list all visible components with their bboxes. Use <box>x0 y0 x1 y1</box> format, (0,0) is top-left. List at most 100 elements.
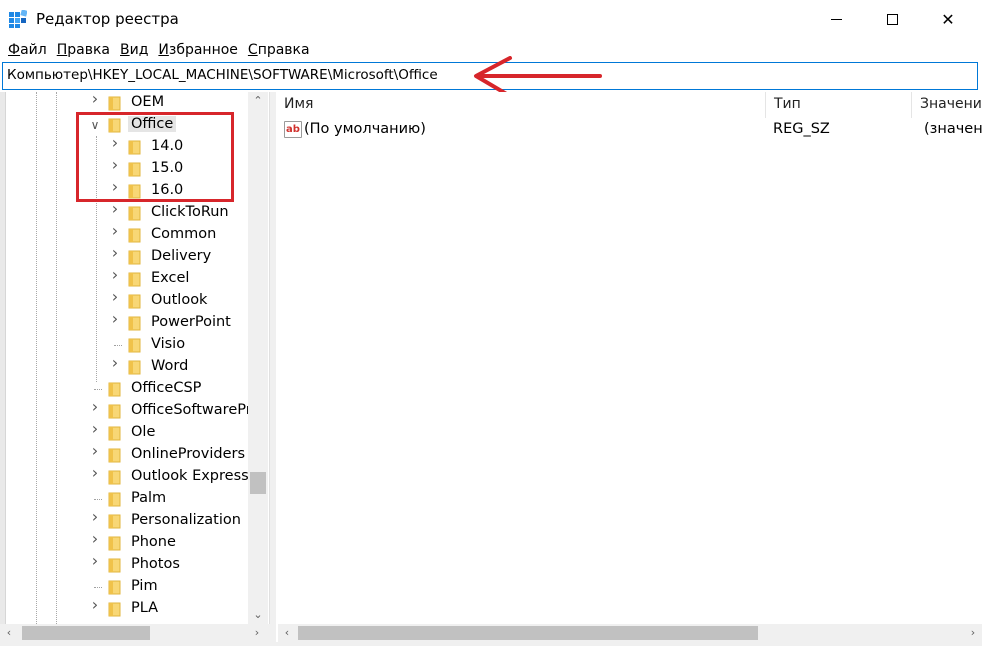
folder-icon <box>128 338 141 353</box>
menu-file[interactable]: Файл <box>3 42 52 58</box>
tree-scroll-thumb[interactable] <box>250 472 266 494</box>
tree-item[interactable]: OfficeCSP <box>0 378 248 400</box>
tree-item-label: Visio <box>151 336 186 352</box>
column-value[interactable]: Значени <box>912 92 982 118</box>
chevron-right-icon[interactable]: › <box>110 267 120 283</box>
folder-icon <box>108 404 121 419</box>
menu-edit[interactable]: Правка <box>52 42 115 58</box>
tree-item[interactable]: › 15.0 <box>0 157 248 180</box>
scroll-corner: › <box>248 624 270 642</box>
folder-icon <box>128 316 141 331</box>
tree-item[interactable]: › 14.0 <box>0 135 248 158</box>
tree-item[interactable]: › OfficeSoftwarePro <box>0 399 260 422</box>
chevron-right-icon[interactable]: › <box>90 597 100 613</box>
tree-connector <box>94 389 102 390</box>
chevron-right-icon[interactable]: › <box>90 509 100 525</box>
tree-horizontal-scrollbar[interactable]: ‹ <box>0 624 270 642</box>
tree-hscroll-thumb[interactable] <box>22 626 150 640</box>
menu-help[interactable]: Справка <box>243 42 315 58</box>
registry-editor-icon <box>9 10 27 28</box>
folder-icon <box>108 492 121 507</box>
tree-item[interactable]: › PowerPoint <box>0 311 248 334</box>
scroll-up-icon[interactable]: ⌃ <box>248 92 268 110</box>
tree-item-label: 15.0 <box>151 160 184 176</box>
chevron-right-icon[interactable]: › <box>110 289 120 305</box>
address-bar[interactable]: Компьютер\HKEY_LOCAL_MACHINE\SOFTWARE\Mi… <box>2 62 978 90</box>
tree-item[interactable]: Pim <box>0 576 248 598</box>
key-tree: › OEM ∨ Office › 14.0 › 15.0 › 16.0 › ClickToRun › Co… <box>0 92 270 624</box>
tree-item[interactable]: › Common <box>0 223 248 246</box>
tree-item-label: OnlineProviders <box>131 446 246 462</box>
chevron-right-icon[interactable]: › <box>110 201 120 217</box>
column-name[interactable]: Имя <box>276 92 766 118</box>
chevron-right-icon[interactable]: › <box>110 355 120 371</box>
scroll-down-icon[interactable]: ⌄ <box>248 606 268 624</box>
close-button[interactable]: ✕ <box>920 0 976 38</box>
folder-icon <box>128 294 141 309</box>
tree-item-label: Office <box>128 116 177 132</box>
tree-item[interactable]: › ClickToRun <box>0 201 248 224</box>
folder-icon <box>108 96 121 111</box>
tree-item-label: Common <box>151 226 217 242</box>
tree-item[interactable]: › Outlook <box>0 289 248 312</box>
chevron-right-icon[interactable]: › <box>90 92 100 107</box>
tree-item[interactable]: › PLA <box>0 597 248 620</box>
maximize-button[interactable] <box>864 0 920 38</box>
tree-item-label: ClickToRun <box>151 204 229 220</box>
chevron-right-icon[interactable]: › <box>110 245 120 261</box>
chevron-right-icon[interactable]: › <box>110 223 120 239</box>
tree-item-label: Excel <box>151 270 190 286</box>
scroll-left-icon[interactable]: ‹ <box>278 624 296 642</box>
tree-item[interactable]: › Delivery <box>0 245 248 268</box>
tree-item[interactable]: › 16.0 <box>0 179 248 202</box>
tree-item[interactable]: › Ole <box>0 421 248 444</box>
menu-favorites[interactable]: Избранное <box>153 42 243 58</box>
folder-icon <box>128 250 141 265</box>
tree-connector <box>114 345 122 346</box>
chevron-down-icon[interactable]: ∨ <box>90 119 100 131</box>
folder-icon <box>108 536 121 551</box>
chevron-right-icon[interactable]: › <box>90 553 100 569</box>
title-bar: Редактор реестра ✕ <box>0 0 982 38</box>
chevron-right-icon[interactable]: › <box>90 531 100 547</box>
scroll-right-icon[interactable]: › <box>248 624 266 642</box>
list-item[interactable]: ab (По умолчанию) REG_SZ (значен <box>276 119 982 141</box>
folder-icon <box>108 382 121 397</box>
chevron-right-icon[interactable]: › <box>110 311 120 327</box>
tree-item[interactable]: › Excel <box>0 267 248 290</box>
column-type[interactable]: Тип <box>766 92 912 118</box>
tree-item-label: Word <box>151 358 189 374</box>
tree-item[interactable]: Visio <box>0 334 248 356</box>
menu-view[interactable]: Вид <box>115 42 153 58</box>
tree-item[interactable]: › Photos <box>0 553 248 576</box>
list-horizontal-scrollbar[interactable]: ‹ › <box>278 624 982 642</box>
tree-item[interactable]: › Phone <box>0 531 248 554</box>
scroll-left-icon[interactable]: ‹ <box>0 624 18 642</box>
chevron-right-icon[interactable]: › <box>90 465 100 481</box>
close-icon: ✕ <box>941 9 955 29</box>
tree-item-label: PLA <box>131 600 159 616</box>
tree-item[interactable]: › Word <box>0 355 248 378</box>
tree-item[interactable]: ∨ Office <box>0 114 248 136</box>
list-hscroll-thumb[interactable] <box>298 626 758 640</box>
scroll-right-icon[interactable]: › <box>964 624 982 642</box>
tree-item[interactable]: › OEM <box>0 92 248 114</box>
tree-item[interactable]: › Personalization <box>0 509 248 532</box>
tree-item-label: 14.0 <box>151 138 184 154</box>
tree-item-label: Personalization <box>131 512 241 528</box>
folder-icon <box>128 206 141 221</box>
folder-icon <box>108 426 121 441</box>
chevron-right-icon[interactable]: › <box>110 157 120 173</box>
tree-item[interactable]: › OnlineProviders <box>0 443 248 466</box>
string-value-icon: ab <box>284 121 302 138</box>
tree-item[interactable]: › Outlook Express <box>0 465 249 488</box>
chevron-right-icon[interactable]: › <box>110 179 120 195</box>
tree-item[interactable]: Palm <box>0 488 248 510</box>
chevron-right-icon[interactable]: › <box>90 421 100 437</box>
chevron-right-icon[interactable]: › <box>110 135 120 151</box>
minimize-button[interactable] <box>808 0 864 38</box>
chevron-right-icon[interactable]: › <box>90 443 100 459</box>
window-title: Редактор реестра <box>36 10 179 28</box>
tree-vertical-scrollbar[interactable]: ⌃ ⌄ <box>248 92 268 624</box>
chevron-right-icon[interactable]: › <box>90 399 100 415</box>
